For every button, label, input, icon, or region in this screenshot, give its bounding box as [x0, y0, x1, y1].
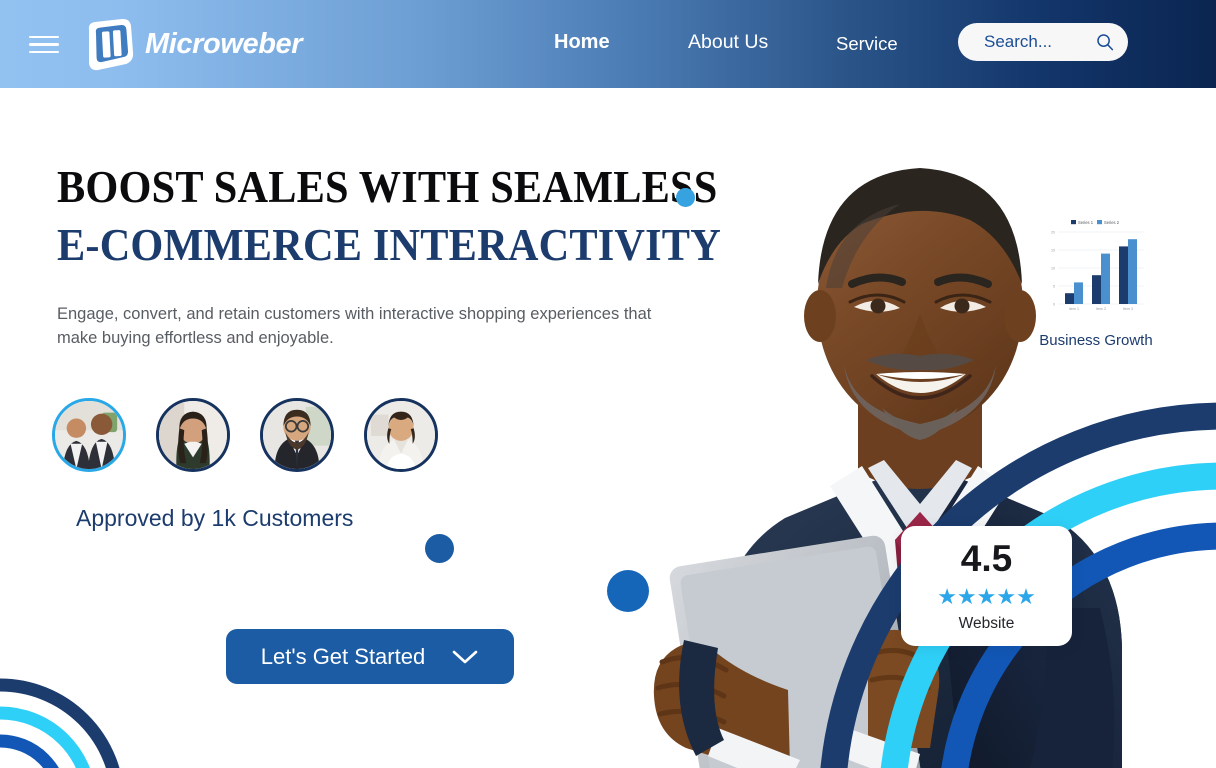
hero-page: BOOST SALES WITH SEAMLESS E-COMMERCE INT… [0, 0, 1216, 768]
legend-swatch-series-2 [1097, 220, 1102, 225]
bar-series-2-item-2 [1101, 253, 1110, 304]
decor-dot-medium [425, 534, 454, 563]
lets-get-started-button[interactable]: Let's Get Started [226, 629, 514, 684]
nav-link-service[interactable]: Service [836, 33, 898, 55]
headline-line-2: E-COMMERCE INTERACTIVITY [57, 219, 721, 270]
rating-stars: ★★★★★ [937, 583, 1036, 609]
bar-series-2-item-1 [1074, 282, 1083, 304]
customer-avatars [52, 398, 438, 472]
page-title: BOOST SALES WITH SEAMLESS E-COMMERCE INT… [57, 158, 779, 274]
rating-score: 4.5 [960, 537, 1013, 579]
rating-label: Website [958, 614, 1015, 632]
headline-accent-dot [676, 188, 695, 207]
y-tick-10: 10 [1051, 266, 1055, 270]
avatar-customer-3[interactable] [260, 398, 334, 472]
cta-label: Let's Get Started [260, 643, 426, 669]
chevron-down-icon [452, 650, 478, 663]
rating-card: 4.5 ★★★★★ Website [901, 526, 1072, 646]
bar-group-item-3 [1119, 239, 1137, 304]
approved-by-label: Approved by 1k Customers [76, 505, 354, 531]
y-tick-20: 20 [1051, 230, 1055, 234]
avatar-customer-2[interactable] [156, 398, 230, 472]
bar-group-item-2 [1092, 253, 1110, 304]
bar-series-1-item-3 [1119, 246, 1128, 304]
legend-label-series-1: Series 1 [1078, 220, 1094, 225]
business-growth-chart: Series 1 Series 2 20 15 10 5 0 Item 1 It… [1039, 214, 1153, 354]
bar-group-item-1 [1065, 282, 1083, 304]
nav-link-about-us[interactable]: About Us [688, 31, 768, 54]
brand-logo[interactable]: Microweber [84, 16, 303, 72]
x-tick-item-1: Item 1 [1069, 307, 1079, 311]
avatar-customer-4[interactable] [364, 398, 438, 472]
x-tick-item-2: Item 2 [1096, 307, 1106, 311]
brand-name: Microweber [145, 27, 303, 60]
decor-dot-large [607, 570, 649, 612]
bar-series-1-item-1 [1065, 293, 1074, 304]
legend-label-series-2: Series 2 [1104, 220, 1120, 225]
y-tick-15: 15 [1051, 248, 1055, 252]
headline-line-1: BOOST SALES WITH SEAMLESS [57, 161, 718, 212]
y-tick-5: 5 [1053, 284, 1055, 288]
bar-series-2-item-3 [1128, 239, 1137, 304]
y-tick-0: 0 [1053, 302, 1055, 306]
hamburger-icon[interactable] [29, 36, 59, 53]
nav-link-home[interactable]: Home [554, 31, 610, 54]
chart-plot: Series 1 Series 2 20 15 10 5 0 Item 1 It… [1051, 220, 1144, 311]
legend-swatch-series-1 [1071, 220, 1076, 225]
microweber-logo-icon [88, 18, 134, 71]
chart-caption: Business Growth [1039, 332, 1153, 349]
site-header: Microweber Home About Us Service Search.… [0, 0, 1216, 88]
decor-arcs-left [0, 678, 120, 768]
search-input[interactable]: Search... [958, 23, 1128, 61]
hero-subtext: Engage, convert, and retain customers wi… [57, 305, 652, 347]
bar-series-1-item-2 [1092, 275, 1101, 304]
avatar-customer-1[interactable] [52, 398, 126, 472]
search-input-value: Search... [984, 32, 1053, 51]
x-tick-item-3: Item 3 [1123, 307, 1133, 311]
search-icon[interactable] [1096, 33, 1114, 51]
